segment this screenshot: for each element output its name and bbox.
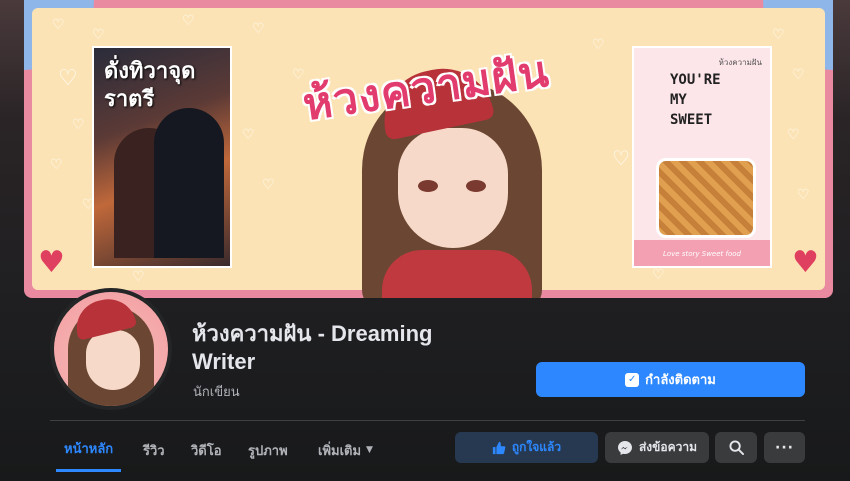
cover-photo[interactable]: ♡ ♡ ♡ ♡ ♡ ♡ ♡ ♡ ♡ ♡ ♡ ♡ ♡ ♡ ♡ ♡ ♡ ♡ ♡ ♡ … (24, 0, 833, 298)
book-figure (154, 108, 224, 258)
page-category[interactable]: นักเขียน (193, 381, 240, 402)
book-left-title: ดั่งทิวาจุดราตรี (104, 59, 196, 112)
tab-more[interactable]: เพิ่มเติม ▼ (318, 428, 373, 472)
red-heart-decoration: ♥ (792, 245, 819, 280)
following-button[interactable]: ✓ กำลังติดตาม (536, 362, 805, 397)
message-button-label: ส่งข้อความ (638, 440, 697, 454)
illustration-face (398, 128, 508, 248)
heart-decoration: ♡ (262, 177, 275, 193)
book-right-tagline: Love story Sweet food (662, 250, 741, 258)
tab-label: หน้าหลัก (64, 442, 114, 457)
heart-decoration: ♡ (612, 146, 630, 170)
check-square-icon: ✓ (625, 372, 640, 387)
tab-reviews[interactable]: รีวิว (143, 428, 165, 472)
heart-decoration: ♡ (242, 127, 255, 143)
tab-label: รีวิว (143, 443, 165, 459)
message-button[interactable]: ส่งข้อความ (605, 432, 709, 463)
more-options-button[interactable]: ··· (764, 432, 805, 463)
page-title: ห้วงความฝัน - Dreaming Writer (192, 321, 433, 374)
tab-videos[interactable]: วิดีโอ (191, 428, 222, 472)
illustration-eye (466, 180, 486, 192)
heart-decoration: ♡ (797, 187, 810, 203)
divider (50, 420, 805, 421)
heart-decoration: ♡ (787, 127, 800, 143)
heart-decoration: ♡ (772, 27, 785, 43)
search-icon (728, 440, 744, 455)
book-cover-right: ห้วงความฝัน YOU'RE MY SWEET Love story S… (632, 46, 772, 268)
bottom-strip (0, 473, 850, 481)
waffle-illustration (656, 158, 756, 238)
liked-button-label: ถูกใจแล้ว (511, 440, 562, 454)
avatar[interactable] (54, 292, 168, 406)
tab-label: รูปภาพ (248, 443, 288, 459)
illustration-eye (418, 180, 438, 192)
heart-decoration: ♡ (50, 157, 63, 173)
heart-decoration: ♡ (58, 66, 78, 91)
search-button[interactable] (715, 432, 757, 463)
tab-label: เพิ่มเติม (318, 443, 362, 459)
caret-down-icon: ▼ (366, 445, 373, 455)
book-right-author: ห้วงความฝัน (718, 58, 762, 67)
red-heart-decoration: ♥ (38, 245, 65, 280)
heart-decoration: ♡ (182, 13, 195, 29)
thumbs-up-icon (492, 441, 506, 454)
heart-decoration: ♡ (792, 67, 805, 83)
more-dots-icon: ··· (775, 439, 794, 456)
messenger-icon (617, 440, 632, 455)
heart-decoration: ♡ (252, 21, 265, 37)
tab-photos[interactable]: รูปภาพ (248, 428, 288, 472)
tab-label: วิดีโอ (191, 443, 222, 459)
heart-decoration: ♡ (92, 27, 105, 43)
illustration-body (382, 250, 532, 298)
heart-decoration: ♡ (132, 269, 145, 285)
heart-decoration: ♡ (72, 117, 85, 133)
heart-decoration: ♡ (652, 267, 665, 283)
heart-decoration: ♡ (592, 37, 605, 53)
book-right-title: YOU'RE MY SWEET (670, 72, 721, 128)
book-cover-left: ดั่งทิวาจุดราตรี (92, 46, 232, 268)
avatar-face (86, 330, 140, 390)
cover-panel: ♡ ♡ ♡ ♡ ♡ ♡ ♡ ♡ ♡ ♡ ♡ ♡ ♡ ♡ ♡ ♡ ♡ ♡ ♡ ♡ … (32, 8, 825, 298)
liked-button[interactable]: ถูกใจแล้ว (455, 432, 598, 463)
tab-home[interactable]: หน้าหลัก (56, 428, 122, 472)
heart-decoration: ♡ (52, 17, 65, 33)
following-button-label: กำลังติดตาม (645, 373, 716, 388)
